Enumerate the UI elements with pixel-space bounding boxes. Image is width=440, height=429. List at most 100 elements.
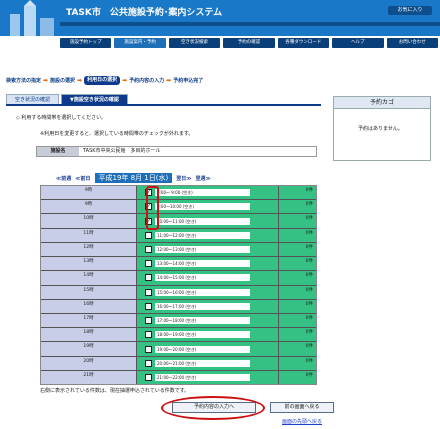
slot-label: 9:00～ 9:00 (空き) (155, 189, 250, 197)
slot-count: 0件 (279, 257, 316, 271)
slot-label: 17:00～18:00 (空き) (155, 317, 250, 325)
crumb-step-2: 施設の選択 (50, 78, 76, 84)
app-title: TASK市 公共施設予約･案内システム (66, 8, 223, 18)
slot-checkbox[interactable] (145, 245, 152, 253)
slot-time: 9時 (41, 186, 137, 200)
slot-checkbox[interactable] (145, 231, 152, 239)
slot-count: 0件 (279, 186, 316, 200)
back-button[interactable]: 前の画面へ戻る (270, 402, 334, 413)
table-row: 18時 18:00～19:00 (空き) 0件 (41, 328, 316, 343)
slot-time: 16時 (41, 299, 137, 313)
slot-checkbox[interactable] (145, 274, 152, 282)
slot-checkbox[interactable] (145, 359, 152, 367)
slot-count: 0件 (279, 328, 316, 342)
cart-message: 予約はありません。 (358, 126, 403, 132)
slot-label: 13:00～14:00 (空き) (155, 260, 250, 268)
slot-label: 20:00～21:00 (空き) (155, 359, 250, 367)
slot-cell: 12:00～13:00 (空き) (137, 242, 279, 257)
instruction-note: ※利用日を変更すると、選択している時間帯のチェックが外れます。 (40, 131, 194, 137)
main-nav: 施設予約トップ 施設案内・予約 空き状況検索 予約の確認 各種ダウンロード ヘル… (60, 38, 438, 48)
cart-title: 予約カゴ (334, 97, 430, 109)
current-date: 平成19年 8月 1日(水) (94, 173, 173, 183)
nav-download[interactable]: 各種ダウンロード (277, 38, 330, 48)
breadcrumb: 検索方法の指定 ➡ 施設の選択 ➡ 利用日の選択 ➡ 予約内容の入力 ➡ 予約申込完了 (6, 76, 205, 85)
facility-name: TASK市中央公民館 多目的ホール (79, 147, 316, 156)
slot-label: 18:00～19:00 (空き) (155, 331, 250, 339)
table-row: 15時 15:00～16:00 (空き) 0件 (41, 285, 316, 300)
prev-day-link[interactable]: ≪前日 (75, 175, 90, 182)
crumb-step-4: 予約内容の入力 (129, 78, 165, 84)
next-week-link[interactable]: 翌週≫ (195, 175, 210, 182)
table-row: 12時 12:00～13:00 (空き) 0件 (41, 242, 316, 258)
table-row: 13時 13:00～14:00 (空き) 0件 (41, 257, 316, 272)
arrow-icon: ➡ (43, 77, 49, 84)
slot-checkbox[interactable] (145, 260, 152, 268)
table-row: 21時 21:00～22:00 (空き) 0件 (41, 370, 316, 385)
table-row: 9時 ✓ 9:00～ 9:00 (空き) 0件 (41, 186, 316, 201)
nav-facility[interactable]: 施設案内・予約 (114, 38, 166, 48)
slot-label: 12:00～13:00 (空き) (155, 245, 250, 253)
slot-count: 0件 (279, 242, 316, 257)
nav-contact[interactable]: お問い合わせ (386, 38, 438, 48)
header: TASK市 公共施設予約･案内システム お気に入り (0, 0, 440, 36)
slot-checkbox[interactable] (145, 345, 152, 353)
slot-checkbox[interactable] (145, 331, 152, 339)
facility-row: 施設名 TASK市中央公民館 多目的ホール (36, 146, 317, 157)
nav-help[interactable]: ヘルプ (332, 38, 384, 48)
city-logo-icon (10, 0, 54, 36)
slot-time: 9時 (41, 200, 137, 214)
slot-count: 0件 (279, 342, 316, 356)
slot-count: 0件 (279, 200, 316, 214)
prev-week-link[interactable]: ≪前週 (56, 175, 71, 182)
arrow-icon: ➡ (122, 77, 128, 84)
crumb-step-1: 検索方法の指定 (6, 78, 42, 84)
table-row: 11時 11:00～12:00 (空き) 0件 (41, 228, 316, 243)
slot-time: 17時 (41, 313, 137, 328)
slot-time: 15時 (41, 285, 137, 299)
slot-cell: 13:00～14:00 (空き) (137, 257, 279, 271)
slot-time: 11時 (41, 228, 137, 242)
slot-checkbox[interactable] (145, 288, 152, 296)
table-row: 20時 20:00～21:00 (空き) 0件 (41, 356, 316, 371)
slot-time: 20時 (41, 356, 137, 370)
time-slot-table: 9時 ✓ 9:00～ 9:00 (空き) 0件 9時 ✓ 9:00～10:00 (空き) 0件… (40, 185, 317, 385)
slot-count: 0件 (279, 214, 316, 228)
crumb-step-3-current: 利用日の選択 (84, 76, 121, 85)
header-stripe (60, 22, 440, 26)
slot-label: 16:00～17:00 (空き) (155, 302, 250, 310)
slot-cell: 16:00～17:00 (空き) (137, 299, 279, 313)
slot-count: 0件 (279, 271, 316, 285)
checkbox-highlight (146, 186, 159, 230)
slot-count: 0件 (279, 356, 316, 370)
slot-label: 11:00～12:00 (空き) (155, 231, 250, 239)
arrow-icon: ➡ (77, 77, 83, 84)
next-day-link[interactable]: 翌日≫ (176, 175, 191, 182)
slot-checkbox[interactable] (145, 317, 152, 325)
slot-checkbox[interactable] (145, 373, 152, 381)
slot-count: 0件 (279, 285, 316, 299)
slot-cell: 15:00～16:00 (空き) (137, 285, 279, 299)
slot-checkbox[interactable] (145, 302, 152, 310)
arrow-icon: ➡ (166, 77, 172, 84)
slot-time: 10時 (41, 214, 137, 228)
slot-cell: 14:00～15:00 (空き) (137, 271, 279, 285)
slot-time: 18時 (41, 328, 137, 342)
table-row: 17時 17:00～18:00 (空き) 0件 (41, 313, 316, 329)
slot-count: 0件 (279, 370, 316, 385)
nav-search[interactable]: 空き状況検索 (168, 38, 221, 48)
slot-label: 15:00～16:00 (空き) (155, 288, 250, 296)
nav-home[interactable]: 施設予約トップ (60, 38, 112, 48)
slot-cell: 11:00～12:00 (空き) (137, 228, 279, 242)
page-top-link[interactable]: 画面の先頭へ戻る (282, 418, 322, 425)
slot-cell: 20:00～21:00 (空き) (137, 356, 279, 370)
slot-cell: 17:00～18:00 (空き) (137, 313, 279, 328)
favorite-button[interactable]: お気に入り (388, 6, 432, 15)
table-row: 14時 14:00～15:00 (空き) 0件 (41, 271, 316, 286)
slot-time: 14時 (41, 271, 137, 285)
crumb-step-5: 予約申込完了 (173, 78, 204, 84)
slot-label: 14:00～15:00 (空き) (155, 274, 250, 282)
count-footnote: 右側に表示されている件数は、現在抽選申込されている件数です。 (40, 388, 190, 394)
slot-count: 0件 (279, 228, 316, 242)
facility-label: 施設名 (37, 147, 79, 156)
nav-confirm[interactable]: 予約の確認 (223, 38, 275, 48)
